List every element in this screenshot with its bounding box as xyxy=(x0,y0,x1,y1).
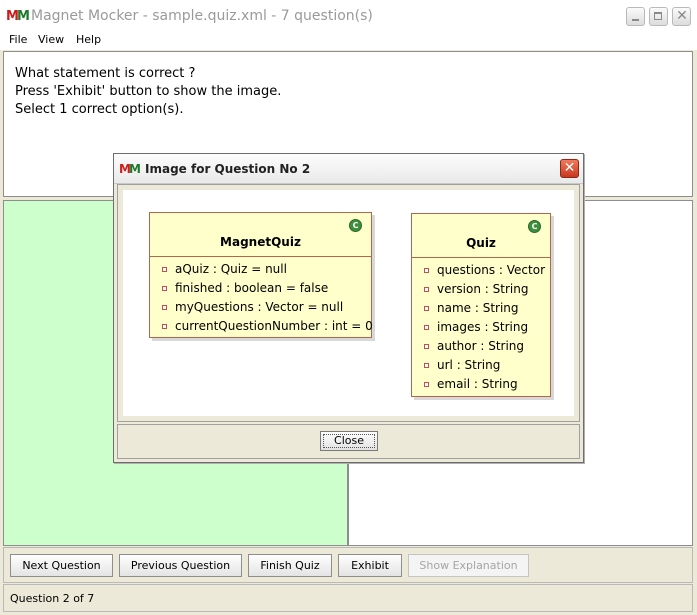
class-c-icon: C xyxy=(349,219,362,232)
status-bar: Question 2 of 7 xyxy=(3,584,693,612)
field-icon xyxy=(424,306,429,311)
maximize-button[interactable] xyxy=(649,7,668,26)
class-c-icon: C xyxy=(528,220,541,233)
close-window-button[interactable]: ✕ xyxy=(672,7,691,26)
uml-separator xyxy=(150,256,371,257)
dialog-logo-icon: MM xyxy=(119,162,141,176)
exhibit-dialog: MM Image for Question No 2 ✕ C MagnetQui… xyxy=(113,153,584,463)
close-icon: ✕ xyxy=(676,8,688,24)
dialog-close-icon[interactable]: ✕ xyxy=(560,159,579,178)
uml-attribute-text: finished : boolean = false xyxy=(175,281,329,295)
dialog-title: Image for Question No 2 xyxy=(145,162,311,176)
question-line: Select 1 correct option(s). xyxy=(15,102,184,117)
field-icon xyxy=(424,344,429,349)
uml-attribute-text: questions : Vector xyxy=(437,263,546,277)
app-logo-icon: MM xyxy=(6,9,30,24)
exhibit-image: C MagnetQuiz aQuiz : Quiz = null finishe… xyxy=(123,190,574,416)
minimize-icon xyxy=(632,19,639,21)
minimize-button[interactable] xyxy=(626,7,645,26)
uml-attribute-text: currentQuestionNumber : int = 0 xyxy=(175,319,373,333)
field-icon xyxy=(162,324,167,329)
dialog-footer: Close xyxy=(117,424,580,459)
status-text: Question 2 of 7 xyxy=(10,592,95,605)
field-icon xyxy=(424,363,429,368)
logo-letter-m2: M xyxy=(16,9,30,24)
next-question-button[interactable]: Next Question xyxy=(10,554,113,577)
field-icon xyxy=(162,286,167,291)
uml-attribute-text: name : String xyxy=(437,301,519,315)
field-icon xyxy=(162,305,167,310)
uml-attribute-text: myQuestions : Vector = null xyxy=(175,300,344,314)
uml-class-magnetquiz: C MagnetQuiz aQuiz : Quiz = null finishe… xyxy=(149,212,373,338)
logo-letter-m2: M xyxy=(128,162,141,176)
logo-letter-m1: M xyxy=(6,9,19,24)
show-explanation-button: Show Explanation xyxy=(408,554,529,577)
question-line: Press 'Exhibit' button to show the image… xyxy=(15,84,282,99)
finish-quiz-button[interactable]: Finish Quiz xyxy=(248,554,332,577)
uml-attribute-text: url : String xyxy=(437,358,501,372)
uml-attribute-text: author : String xyxy=(437,339,525,353)
field-icon xyxy=(162,267,167,272)
field-icon xyxy=(424,287,429,292)
dialog-content: C MagnetQuiz aQuiz : Quiz = null finishe… xyxy=(117,184,580,422)
uml-attribute-text: email : String xyxy=(437,377,518,391)
uml-class-quiz: C Quiz questions : Vector version : Stri… xyxy=(411,213,551,397)
window-title: Magnet Mocker - sample.quiz.xml - 7 ques… xyxy=(31,8,373,24)
dialog-close-button[interactable]: Close xyxy=(320,431,378,451)
uml-attribute-text: version : String xyxy=(437,282,529,296)
uml-class-name: MagnetQuiz xyxy=(220,235,301,249)
exhibit-button[interactable]: Exhibit xyxy=(338,554,402,577)
maximize-icon xyxy=(654,12,662,20)
question-line: What statement is correct ? xyxy=(15,66,196,81)
uml-class-name: Quiz xyxy=(466,236,496,250)
uml-attribute-text: aQuiz : Quiz = null xyxy=(175,262,287,276)
field-icon xyxy=(424,325,429,330)
previous-question-button[interactable]: Previous Question xyxy=(119,554,242,577)
menu-bar: File View Help xyxy=(0,31,697,50)
dialog-titlebar[interactable]: MM Image for Question No 2 ✕ xyxy=(114,154,583,184)
logo-letter-m1: M xyxy=(119,162,131,176)
menu-file[interactable]: File xyxy=(9,33,27,46)
button-bar: Next Question Previous Question Finish Q… xyxy=(3,547,693,583)
field-icon xyxy=(424,382,429,387)
window-titlebar[interactable]: MM Magnet Mocker - sample.quiz.xml - 7 q… xyxy=(0,0,697,32)
field-icon xyxy=(424,268,429,273)
menu-help[interactable]: Help xyxy=(76,33,101,46)
uml-separator xyxy=(412,257,550,258)
uml-attribute-text: images : String xyxy=(437,320,529,334)
menu-view[interactable]: View xyxy=(38,33,64,46)
